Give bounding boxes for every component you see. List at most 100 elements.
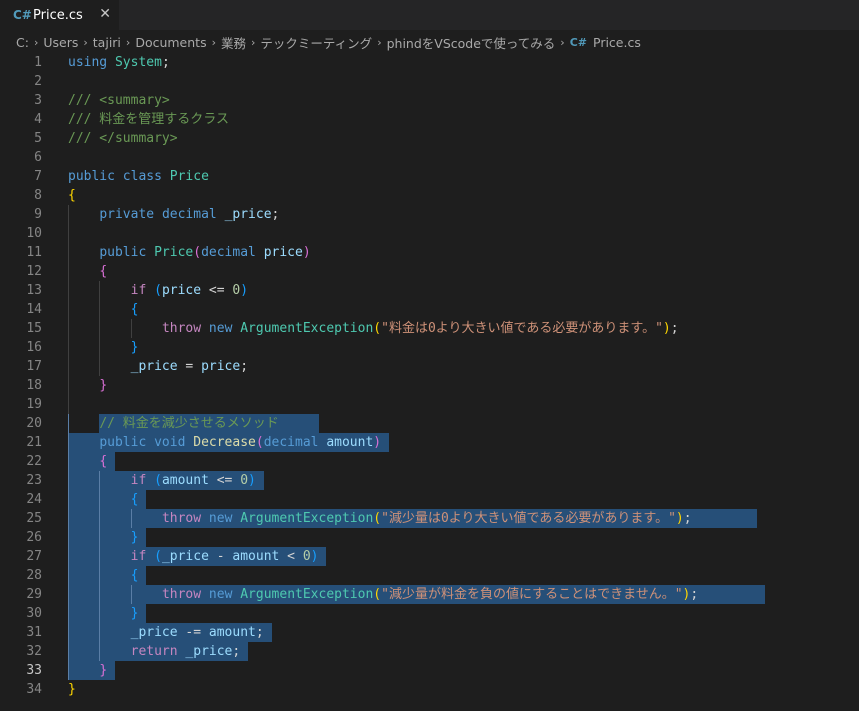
code-line[interactable]: 27 if (_price - amount < 0) [0, 547, 859, 566]
line-number: 10 [26, 226, 42, 241]
breadcrumb-item[interactable]: tajiri [93, 35, 121, 50]
indent-guide [68, 623, 69, 642]
code-token: decimal [201, 245, 256, 260]
code-token: price [263, 245, 303, 260]
code-line[interactable]: 12 { [0, 262, 859, 281]
code-token: _price [185, 644, 233, 659]
code-token: decimal [263, 435, 319, 450]
code-token: amount [326, 435, 374, 450]
breadcrumb-item[interactable]: Documents [135, 35, 206, 50]
line-number: 18 [26, 378, 42, 393]
code-line[interactable]: 20 // 料金を減少させるメソッド [0, 414, 859, 433]
code-line[interactable]: 14 { [0, 300, 859, 319]
code-line[interactable]: 5 /// </summary> [0, 129, 859, 148]
indent-guide [68, 205, 69, 224]
code-line[interactable]: 16} [0, 338, 859, 357]
code-token: using [68, 55, 108, 70]
csharp-icon: C# [13, 8, 32, 22]
code-token: ( [373, 587, 382, 602]
breadcrumb-item[interactable]: Price.cs [593, 35, 641, 50]
code-text: using System; [68, 53, 170, 72]
breadcrumb-item[interactable]: Users [43, 35, 78, 50]
chevron-right-icon: › [33, 35, 39, 49]
code-line[interactable]: 9 private decimal _price; [0, 205, 859, 224]
code-text: { [131, 490, 139, 509]
code-line[interactable]: 2 [0, 72, 859, 91]
code-line[interactable]: 13 if (price <= 0) [0, 281, 859, 300]
code-line[interactable]: 22 { [0, 452, 859, 471]
code-token: /// <summary> [68, 93, 170, 108]
code-text: } [131, 604, 139, 623]
code-line[interactable]: 4 /// 料金を管理するクラス [0, 110, 859, 129]
line-number: 4 [34, 112, 42, 127]
breadcrumb-item[interactable]: 業務 [221, 33, 246, 52]
code-line[interactable]: 11 public Price(decimal price) [0, 243, 859, 262]
code-line[interactable]: 29 throw new ArgumentException("減少量が料金を負の… [0, 585, 859, 604]
code-line[interactable]: 34} [0, 680, 859, 699]
code-line[interactable]: 26} [0, 528, 859, 547]
code-token: class [122, 169, 162, 184]
line-number: 13 [26, 283, 42, 298]
code-token: ; [683, 511, 692, 526]
breadcrumb-item[interactable]: テックミーティング [260, 33, 372, 52]
indent-guide [68, 509, 69, 528]
indent-guide [99, 585, 101, 604]
code-line[interactable]: 6 [0, 148, 859, 167]
code-text: throw new ArgumentException("料金は0より大きい値で… [162, 319, 679, 338]
code-editor[interactable]: 1 using System; 2 3/// <summary> 4/// 料金を管理す… [0, 53, 859, 699]
code-token: /// </summary> [68, 131, 178, 146]
line-number: 28 [26, 568, 42, 583]
breadcrumb-item[interactable]: C: [16, 35, 29, 50]
code-line[interactable]: 7 public class Price [0, 167, 859, 186]
code-token: ) [302, 245, 311, 260]
code-token: ArgumentException [240, 511, 374, 526]
indent-guide [68, 395, 69, 414]
line-number: 11 [26, 245, 42, 260]
tab-price-cs[interactable]: C# Price.cs ✕ [0, 0, 119, 30]
code-text: return _price; [131, 642, 241, 661]
code-line[interactable]: 18} [0, 376, 859, 395]
code-token: ( [373, 321, 382, 336]
code-token: "減少量が料金を負の値にすることはできません。" [381, 587, 683, 602]
indent-guide [68, 281, 69, 300]
code-token: ) [240, 283, 249, 298]
code-line[interactable]: 32 return _price; [0, 642, 859, 661]
code-line[interactable]: 33} [0, 661, 859, 680]
code-line[interactable]: 28 { [0, 566, 859, 585]
line-number: 19 [26, 397, 42, 412]
code-line[interactable]: 17 _price = price; [0, 357, 859, 376]
tab-label: Price.cs [33, 7, 83, 23]
code-line[interactable]: 19 [0, 395, 859, 414]
indent-guide [68, 319, 69, 338]
code-line[interactable]: 3 /// <summary> [0, 91, 859, 110]
code-line[interactable]: 23 if (amount <= 0) [0, 471, 859, 490]
code-text: _price -= amount; [131, 623, 264, 642]
code-line[interactable]: 25 throw new ArgumentException("減少量は0より大き… [0, 509, 859, 528]
breadcrumb-item[interactable]: phindをVScodeで使ってみる [387, 33, 556, 52]
code-line[interactable]: 15 throw new ArgumentException("料金は0より大きい… [0, 319, 859, 338]
code-line[interactable]: 31 _price -= amount; [0, 623, 859, 642]
line-number: 1 [34, 55, 42, 70]
code-line[interactable]: 10 [0, 224, 859, 243]
indent-guide [68, 376, 69, 395]
close-icon[interactable]: ✕ [99, 6, 111, 22]
line-number: 25 [26, 511, 42, 526]
code-line[interactable]: 30} [0, 604, 859, 623]
code-token: Price [154, 245, 194, 260]
code-line[interactable]: 8{ [0, 186, 859, 205]
code-line[interactable]: 21 public void Decrease(decimal amount) [0, 433, 859, 452]
line-number: 33 [26, 663, 42, 678]
line-number: 12 [26, 264, 42, 279]
indent-guide [68, 661, 69, 680]
code-line[interactable]: 24 { [0, 490, 859, 509]
line-number: 17 [26, 359, 42, 374]
line-number: 6 [34, 150, 42, 165]
code-line[interactable]: 1 using System; [0, 53, 859, 72]
code-token: _price [130, 359, 178, 374]
csharp-icon: C# [569, 35, 587, 49]
code-token: ArgumentException [240, 587, 374, 602]
